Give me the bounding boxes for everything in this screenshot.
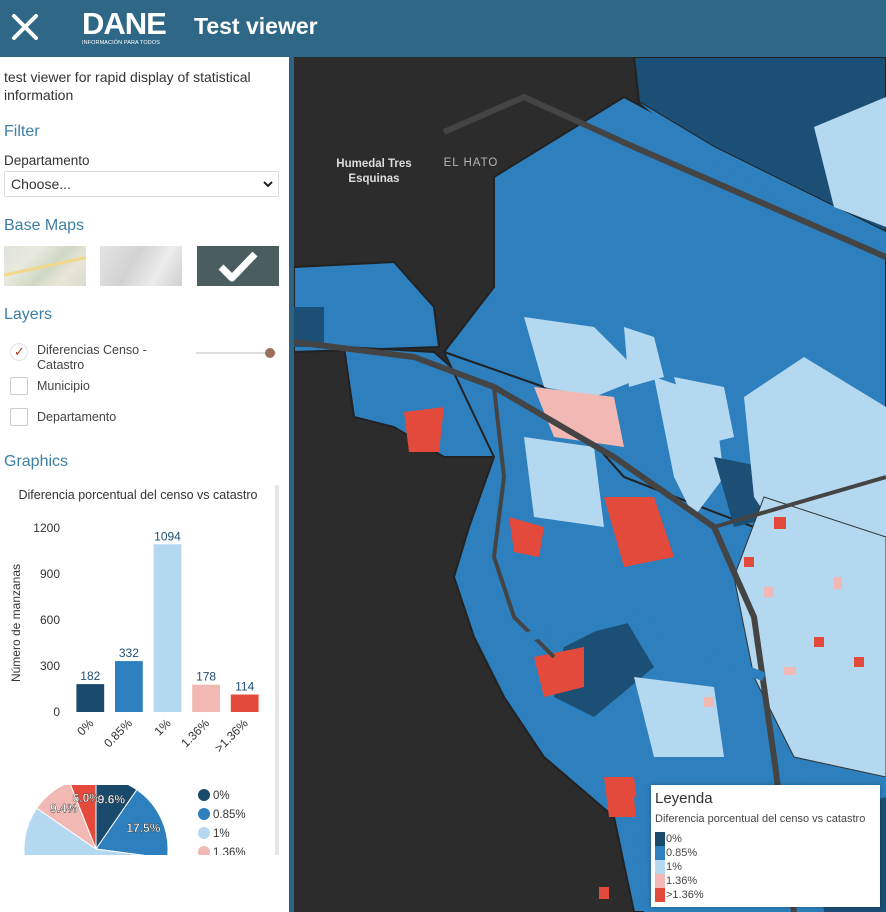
dane-logo: DANE INFORMACIÓN PARA TODOS	[82, 6, 170, 47]
y-tick-label: 900	[40, 567, 60, 581]
pie-legend-label: 1.36%	[213, 847, 246, 855]
map-canvas[interactable]: Humedal Tres Esquinas EL HATO	[294, 57, 886, 912]
bar[interactable]	[76, 684, 105, 712]
y-tick-label: 600	[40, 613, 60, 627]
pie-legend-label: 0%	[213, 790, 230, 802]
legend-label: 1.36%	[666, 875, 698, 887]
legend-swatch	[655, 874, 665, 888]
map-place-label: Humedal Tres	[336, 158, 411, 170]
legend-swatch	[655, 846, 665, 860]
pie-chart: 9.6%17.5%9.4%6.0% 0%0.85%1%1.36%>1.36%	[23, 785, 246, 855]
legend-item: >1.36%	[655, 888, 704, 902]
bar-data-label: 114	[235, 680, 254, 694]
pie-legend-label: 0.85%	[213, 809, 246, 821]
layer-departamento[interactable]: Departamento	[10, 408, 116, 426]
checkmark-icon: ✓	[14, 344, 25, 359]
legend-label: >1.36%	[666, 889, 704, 901]
logo-word: DANE	[82, 6, 167, 41]
legend-item: 0.85%	[655, 846, 697, 860]
legend-label: 0.85%	[666, 847, 698, 859]
bar[interactable]	[153, 544, 182, 712]
logo-tagline: INFORMACIÓN PARA TODOS	[82, 40, 160, 46]
bar-data-label: 332	[119, 646, 139, 660]
layer-checkbox[interactable]	[10, 408, 28, 426]
layer-label: Diferencias Censo - Catastro	[37, 343, 147, 372]
layer-label: Municipio	[37, 379, 90, 393]
check-icon	[218, 251, 258, 282]
bar-data-label: 1094	[154, 529, 181, 543]
bar-data-label: 182	[80, 669, 100, 683]
legend-swatch	[655, 860, 665, 874]
basemap-light-gray[interactable]	[100, 246, 182, 286]
legend-item: 0%	[655, 832, 682, 846]
map-legend: Leyenda Diferencia porcentual del censo …	[651, 785, 880, 907]
top-bar: DANE INFORMACIÓN PARA TODOS Test viewer	[0, 0, 886, 57]
x-tick-label: 0.85%	[101, 716, 135, 750]
chevron-down-icon	[263, 172, 273, 205]
legend-swatch	[655, 888, 665, 902]
bar[interactable]	[192, 684, 220, 712]
graphics-scrollbar[interactable]	[275, 485, 279, 855]
bar[interactable]	[115, 661, 143, 712]
map-place-label: EL HATO	[444, 157, 499, 169]
layers-title: Layers	[4, 306, 53, 323]
legend-item: 1%	[655, 860, 682, 874]
legend-title: Leyenda	[655, 790, 713, 807]
legend-subtitle: Diferencia porcentual del censo vs catas…	[655, 813, 866, 825]
x-tick-label: >1.36%	[212, 716, 251, 755]
app-title: Test viewer	[194, 13, 318, 39]
pie-data-label: 17.5%	[126, 821, 160, 835]
legend-label: 0%	[666, 833, 682, 845]
bar[interactable]	[230, 694, 259, 712]
legend-label: 1%	[666, 861, 682, 873]
departamento-label: Departamento	[4, 153, 90, 168]
layer-municipio[interactable]: Municipio	[10, 377, 90, 395]
y-tick-label: 1200	[33, 521, 60, 535]
pie-data-label: 9.6%	[98, 792, 126, 806]
layer-checkbox[interactable]	[10, 377, 28, 395]
basemaps-title: Base Maps	[4, 217, 85, 234]
graphics-panel: Diferencia porcentual del censo vs catas…	[0, 425, 279, 855]
basemap-dark-gray[interactable]	[197, 246, 279, 286]
layer-diferencias[interactable]: ✓ Diferencias Censo - Catastro	[10, 343, 167, 373]
slider-handle[interactable]	[265, 348, 275, 358]
layer-checkbox[interactable]: ✓	[10, 343, 28, 361]
basemap-streets[interactable]	[4, 246, 86, 286]
x-tick-label: 1%	[151, 716, 173, 738]
y-tick-label: 0	[53, 705, 60, 719]
map-view[interactable]: Humedal Tres Esquinas EL HATO	[294, 57, 886, 912]
opacity-slider[interactable]	[196, 348, 276, 358]
y-tick-label: 300	[40, 659, 60, 673]
app-description: test viewer for rapid display of statist…	[4, 69, 251, 103]
pie-legend-label: 1%	[213, 828, 230, 840]
departamento-select[interactable]: Choose...	[4, 171, 279, 197]
close-icon[interactable]	[8, 10, 42, 44]
pie-data-label: 6.0%	[73, 791, 101, 805]
chart-title: Diferencia porcentual del censo vs catas…	[18, 488, 257, 502]
chart-y-axis-label: Número de manzanas	[9, 564, 23, 682]
pie-legend-swatch	[198, 846, 210, 855]
pie-legend-swatch	[198, 808, 210, 820]
select-value: Choose...	[11, 176, 71, 192]
map-place-label: Esquinas	[348, 173, 399, 185]
filter-title: Filter	[4, 123, 40, 140]
layer-label: Departamento	[37, 410, 117, 424]
bar-chart: Diferencia porcentual del censo vs catas…	[9, 488, 259, 755]
pie-legend-swatch	[198, 827, 210, 839]
legend-swatch	[655, 832, 665, 846]
x-tick-label: 0%	[74, 716, 96, 738]
x-tick-label: 1.36%	[178, 716, 212, 750]
legend-item: 1.36%	[655, 874, 697, 888]
bar-data-label: 178	[196, 670, 216, 684]
pie-legend-swatch	[198, 789, 210, 801]
